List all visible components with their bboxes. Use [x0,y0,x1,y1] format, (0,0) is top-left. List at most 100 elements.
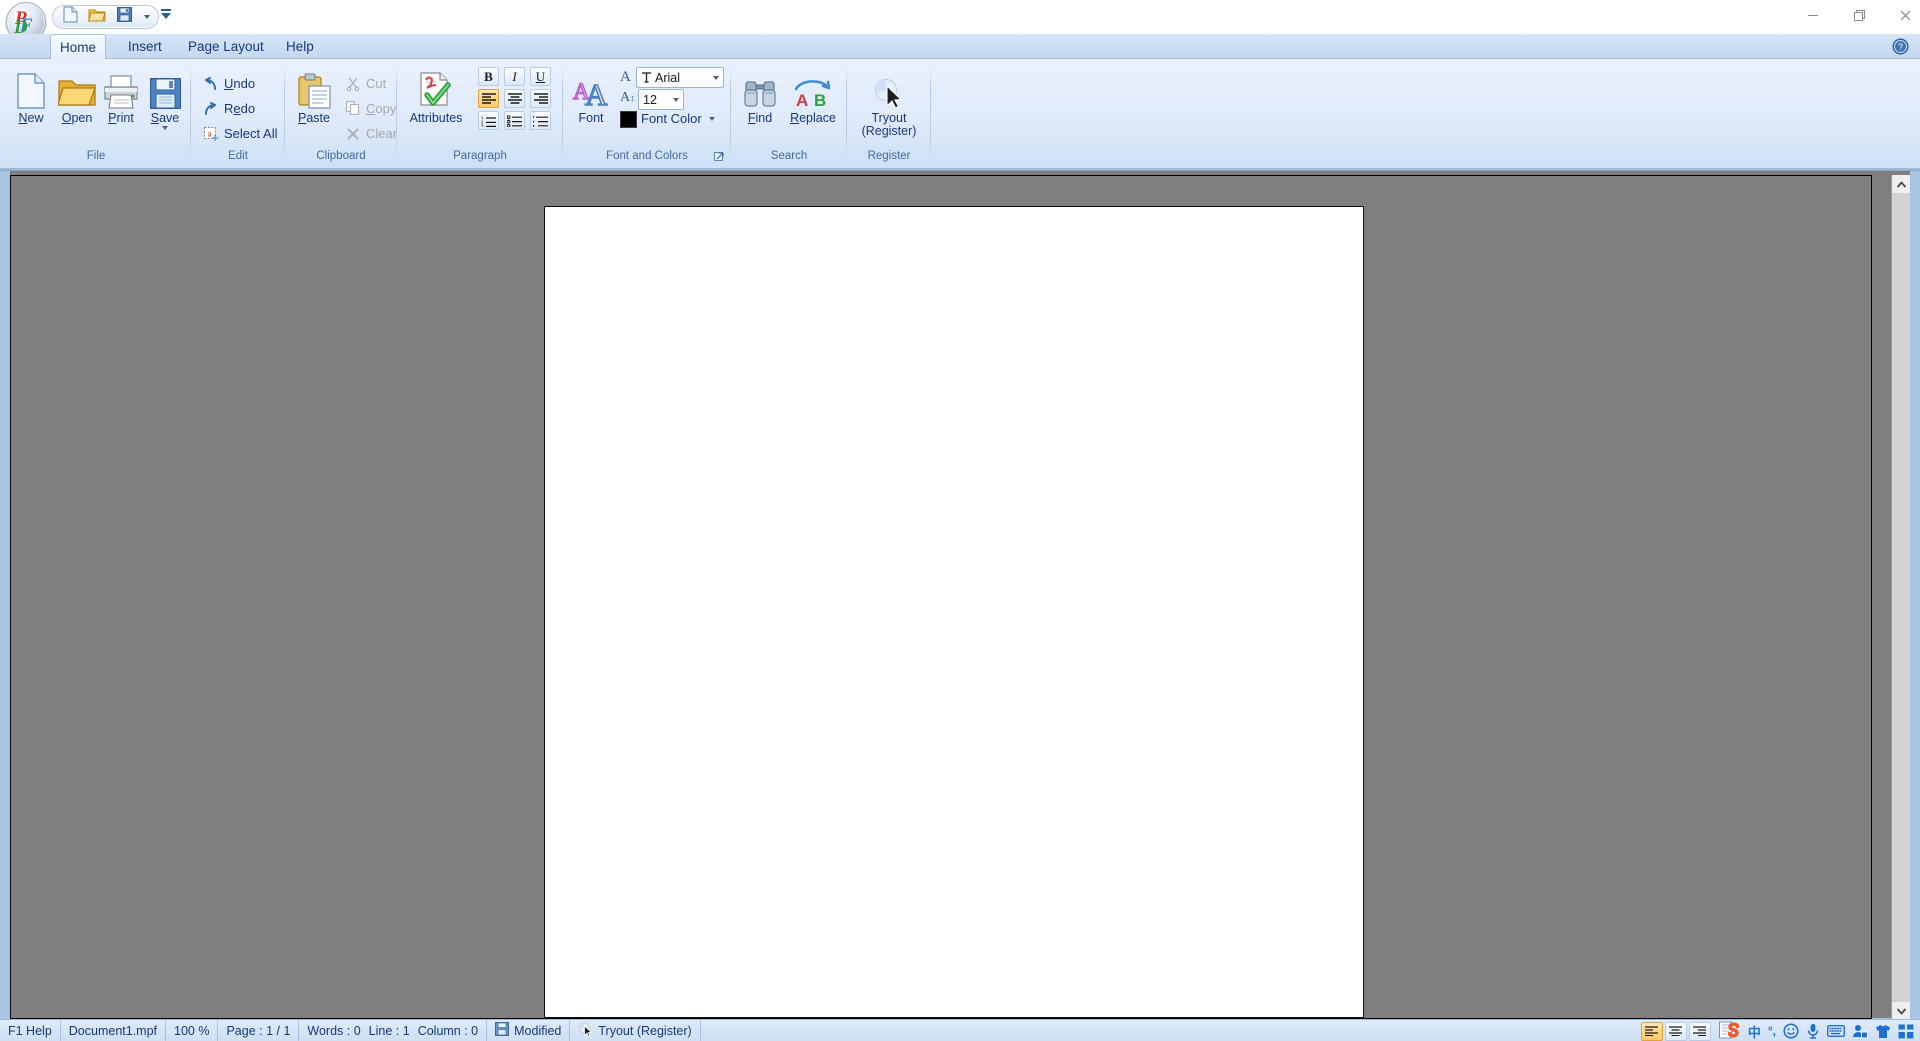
replace-button[interactable]: A B Replace [784,65,842,143]
tab-insert[interactable]: Insert [114,34,176,59]
clear-button[interactable]: Clear [340,123,401,144]
underline-button[interactable]: U [530,67,551,86]
clipboard-paste-icon [298,65,331,109]
undo-arrow-icon [202,75,219,92]
tab-home[interactable]: Home [50,34,106,59]
minimize-button[interactable] [1790,0,1836,30]
group-divider [846,65,847,161]
font-button[interactable]: A A Font [566,65,616,143]
redo-arrow-icon [202,100,219,117]
italic-button[interactable]: I [504,67,525,86]
user-switch-icon[interactable] [1852,1024,1868,1039]
font-color-swatch-icon[interactable] [620,111,637,128]
document-left-gutter [0,171,10,1026]
ime-mode-label[interactable]: 中 [1748,1022,1761,1041]
status-register[interactable]: Tryout (Register) [570,1020,700,1041]
ribbon-group-file: New Open [2,61,190,166]
skin-shirt-icon[interactable] [1875,1024,1891,1039]
status-register-label: Tryout (Register) [598,1024,691,1038]
align-left-button[interactable] [478,89,499,108]
chevron-down-icon[interactable] [709,117,715,121]
keyboard-icon[interactable] [1827,1024,1845,1038]
copy-button[interactable]: Copy [340,98,400,119]
status-zoom[interactable]: 100 % [166,1020,218,1041]
status-bar: F1 Help Document1.mpf 100 % Page : 1 / 1… [0,1019,1920,1041]
open-button[interactable]: Open [52,65,102,143]
font-colors-dialog-launcher[interactable] [713,151,726,164]
font-size-combo[interactable]: 12 [638,89,684,110]
undo-button-label: Undo [224,76,255,91]
paste-button[interactable]: Paste [290,65,338,143]
bulleted-list-button[interactable] [504,111,525,130]
font-name-text: Arial [655,71,680,85]
undo-button[interactable]: Undo [198,73,259,94]
save-button[interactable]: Save [140,65,190,143]
status-help-label: F1 Help [8,1024,52,1038]
chevron-down-icon[interactable] [162,126,168,130]
tab-page-layout[interactable]: Page Layout [174,34,278,59]
align-center-button[interactable] [504,89,525,108]
tab-page-layout-label: Page Layout [188,39,264,54]
qat-more-button[interactable] [158,8,174,26]
ime-toolbar: 中 °, [1713,1021,1914,1041]
toolbox-grid-icon[interactable] [1898,1024,1914,1039]
scroll-up-button[interactable] [1892,175,1910,193]
scroll-down-button[interactable] [1892,1002,1910,1020]
status-words-label: Words : 0 [307,1024,360,1038]
smiley-icon[interactable] [1783,1023,1799,1039]
tryout-register-button[interactable]: Tryout (Register) [850,65,928,143]
qat-open-button[interactable] [86,7,108,27]
select-all-button[interactable]: a Select All [198,123,281,144]
multilevel-list-button[interactable] [530,111,551,130]
sogou-s-icon[interactable] [1719,1021,1741,1041]
status-align-left-button[interactable] [1641,1022,1663,1041]
status-column: Column : 0 [414,1020,487,1041]
qat-save-button[interactable] [113,7,135,27]
vertical-scrollbar[interactable] [1891,175,1910,1020]
close-button[interactable] [1882,0,1920,30]
font-name-dropdown-button[interactable] [708,68,723,87]
align-right-button[interactable] [530,89,551,108]
maximize-restore-button[interactable] [1836,0,1882,30]
status-modified-label: Modified [514,1024,561,1038]
font-size-dropdown-button[interactable] [668,90,683,109]
italic-icon: I [512,70,516,83]
tab-help[interactable]: Help [272,34,328,59]
qat-customize-button[interactable] [140,7,154,27]
bold-button[interactable]: B [478,67,499,86]
svg-text:A: A [585,77,608,109]
status-align-right-button[interactable] [1689,1022,1711,1041]
open-folder-icon [88,7,106,28]
new-button[interactable]: New [6,65,56,143]
find-button[interactable]: Find [736,65,784,143]
find-button-label: Find [748,112,772,125]
svg-text:B: B [814,91,826,109]
status-align-center-button[interactable] [1665,1022,1687,1041]
chevron-down-icon [713,76,719,80]
status-filename-label: Document1.mpf [69,1024,157,1038]
print-button[interactable]: Print [96,65,146,143]
font-color-label[interactable]: Font Color [641,111,702,126]
attributes-button[interactable]: Attributes [400,65,472,143]
status-line-label: Line : 1 [369,1024,410,1038]
redo-button[interactable]: Redo [198,98,259,119]
microphone-icon[interactable] [1806,1023,1820,1039]
new-document-icon [63,6,78,28]
qat-new-button[interactable] [59,7,81,27]
font-name-combo[interactable]: Arial [636,67,724,88]
document-canvas[interactable] [10,175,1872,1019]
ribbon-group-clipboard: Paste Cut [286,61,396,166]
ribbon-help-button[interactable]: ? [1891,37,1910,56]
copy-pages-icon [344,100,361,117]
ribbon: Home Insert Page Layout Help ? [0,34,1920,170]
numbered-list-button[interactable]: 1 2 3 [478,111,499,130]
document-page[interactable] [544,206,1364,1018]
status-help[interactable]: F1 Help [0,1020,61,1041]
font-size-glyph-icon: A↕ [620,90,635,106]
group-divider [396,65,397,161]
open-folder-icon [58,65,96,109]
align-right-icon [1693,1026,1706,1036]
ime-punctuation-label[interactable]: °, [1768,1024,1776,1038]
numbered-list-icon: 1 2 3 [481,115,496,127]
cut-button[interactable]: Cut [340,73,390,94]
